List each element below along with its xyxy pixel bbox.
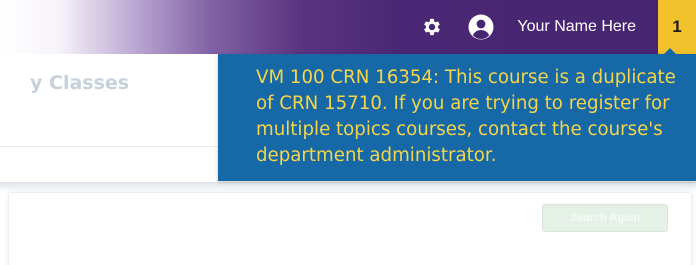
search-again-button[interactable]: Search Again — [542, 204, 668, 232]
gear-icon[interactable] — [419, 14, 445, 40]
user-name[interactable]: Your Name Here — [517, 18, 636, 36]
user-circle-icon[interactable] — [467, 13, 495, 41]
divider-shadow — [0, 182, 696, 192]
notification-message: VM 100 CRN 16354: This course is a dupli… — [256, 67, 676, 166]
notification-popover[interactable]: VM 100 CRN 16354: This course is a dupli… — [218, 48, 696, 181]
header-actions: Your Name Here 1 — [419, 0, 696, 54]
top-header-bar: Your Name Here 1 — [0, 0, 696, 54]
notification-badge[interactable]: 1 — [658, 0, 696, 54]
section-title: y Classes — [30, 72, 130, 94]
